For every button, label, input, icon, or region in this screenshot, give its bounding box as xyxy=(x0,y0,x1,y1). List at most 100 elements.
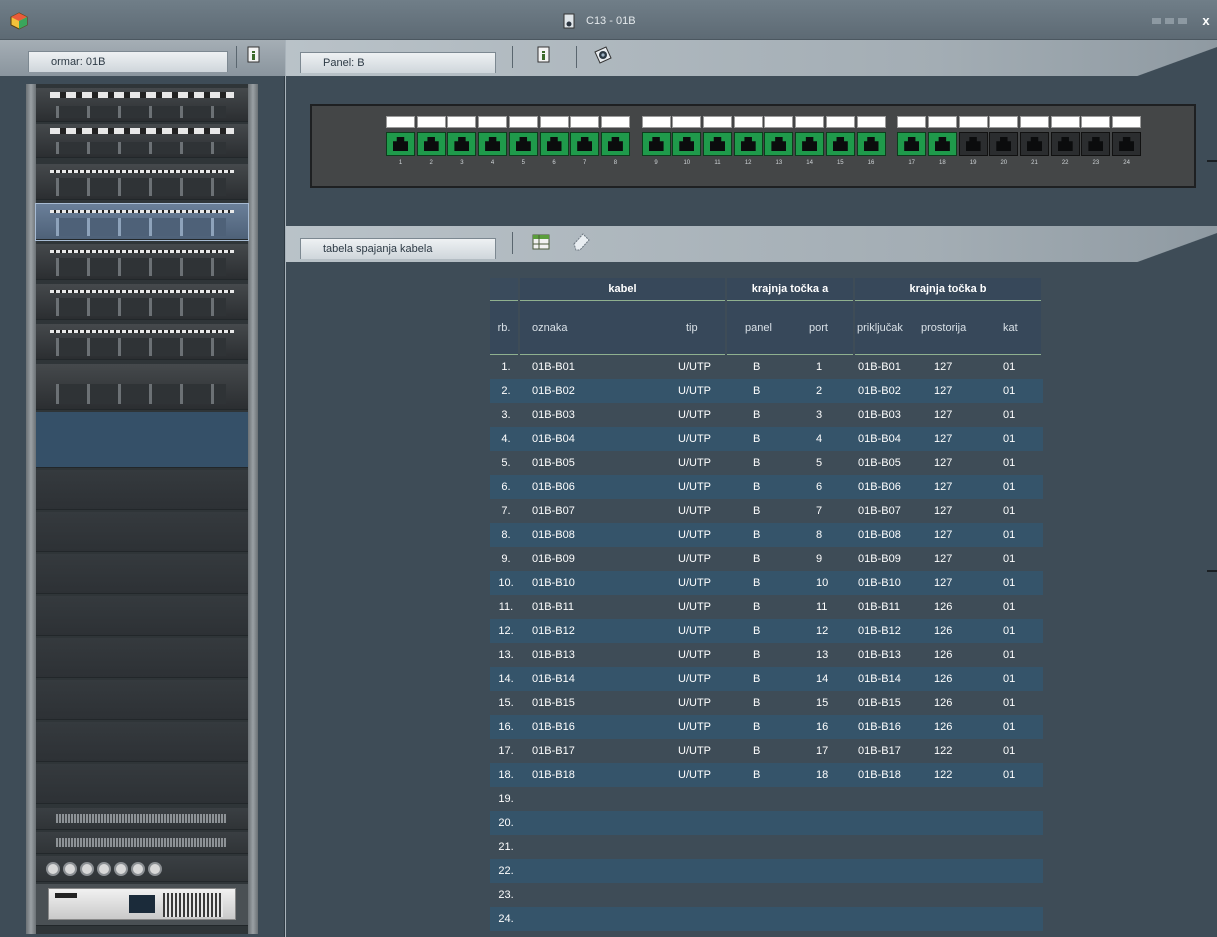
rack-unit-patch-panel[interactable] xyxy=(36,324,248,360)
rj45-jack-icon[interactable] xyxy=(478,132,508,156)
rj45-jack-icon[interactable] xyxy=(703,132,732,156)
info-page-icon[interactable] xyxy=(246,46,262,64)
rj45-jack-icon[interactable] xyxy=(1081,132,1111,156)
patch-port[interactable]: 7 xyxy=(570,116,600,166)
col-tip-label[interactable]: tip xyxy=(686,301,698,355)
col-prostorija-label[interactable]: prostorija xyxy=(921,301,966,355)
table-row[interactable]: 20. xyxy=(490,811,1043,835)
patch-port[interactable]: 1 xyxy=(386,116,415,166)
col-prikljucak-label[interactable]: priključak xyxy=(857,301,903,355)
rj45-jack-icon[interactable] xyxy=(989,132,1019,156)
table-row[interactable]: 17. 01B-B17 U/UTP B 17 01B-B17 122 01 xyxy=(490,739,1043,763)
rack-unit-empty-slot[interactable] xyxy=(36,412,248,468)
rack-unit-blank[interactable] xyxy=(36,554,248,594)
rj45-jack-icon[interactable] xyxy=(508,132,538,156)
col-rb[interactable]: rb. xyxy=(490,301,518,355)
patch-port[interactable]: 22 xyxy=(1050,116,1080,166)
rack-unit-patch-panel[interactable] xyxy=(36,244,248,280)
rj45-jack-icon[interactable] xyxy=(958,132,988,156)
col-panel-label[interactable]: panel xyxy=(745,301,772,355)
close-button[interactable]: x xyxy=(1199,14,1213,28)
patch-port[interactable]: 23 xyxy=(1081,116,1111,166)
rj45-jack-icon[interactable] xyxy=(825,132,855,156)
table-row[interactable]: 21. xyxy=(490,835,1043,859)
rj45-jack-icon[interactable] xyxy=(570,132,600,156)
col-port-label[interactable]: port xyxy=(809,301,828,355)
rack-unit-blank[interactable] xyxy=(36,680,248,720)
patch-port[interactable]: 17 xyxy=(897,116,927,166)
table-row[interactable]: 12. 01B-B12 U/UTP B 12 01B-B12 126 01 xyxy=(490,619,1043,643)
rj45-jack-icon[interactable] xyxy=(386,132,415,156)
col-kat-label[interactable]: kat xyxy=(1003,301,1018,355)
rack-unit-blank[interactable] xyxy=(36,512,248,552)
table-row[interactable]: 19. xyxy=(490,787,1043,811)
table-row[interactable]: 23. xyxy=(490,883,1043,907)
table-row[interactable]: 1. 01B-B01 U/UTP B 1 01B-B01 127 01 xyxy=(490,355,1043,379)
camera-icon[interactable] xyxy=(592,44,614,66)
table-row[interactable]: 7. 01B-B07 U/UTP B 7 01B-B07 127 01 xyxy=(490,499,1043,523)
rack-unit-vent-panel[interactable] xyxy=(36,808,248,830)
rack-unit-blank[interactable] xyxy=(36,470,248,510)
table-row[interactable]: 5. 01B-B05 U/UTP B 5 01B-B05 127 01 xyxy=(490,451,1043,475)
rack-unit-patch-panel[interactable] xyxy=(36,88,248,122)
rj45-jack-icon[interactable] xyxy=(600,132,630,156)
rack-unit-power-strip[interactable] xyxy=(36,856,248,882)
table-icon[interactable] xyxy=(532,234,550,250)
patch-port[interactable]: 16 xyxy=(856,116,886,166)
minimize-icon[interactable] xyxy=(1152,18,1161,24)
patch-port[interactable]: 5 xyxy=(508,116,538,166)
table-row[interactable]: 22. xyxy=(490,859,1043,883)
app-cube-icon[interactable] xyxy=(10,12,28,30)
table-row[interactable]: 2. 01B-B02 U/UTP B 2 01B-B02 127 01 xyxy=(490,379,1043,403)
rj45-jack-icon[interactable] xyxy=(641,132,671,156)
rack-unit-blank[interactable] xyxy=(36,638,248,678)
rack-unit-patch-panel[interactable] xyxy=(36,164,248,200)
rack-unit-blank[interactable] xyxy=(36,764,248,804)
patch-port[interactable]: 24 xyxy=(1112,116,1142,166)
table-row[interactable]: 24. xyxy=(490,907,1043,931)
tab-cable-table[interactable]: tabela spajanja kabela xyxy=(300,238,496,259)
rack-unit-patch-panel-selected[interactable] xyxy=(35,203,249,241)
patch-port[interactable]: 20 xyxy=(989,116,1019,166)
rj45-jack-icon[interactable] xyxy=(856,132,886,156)
patch-port[interactable]: 11 xyxy=(703,116,732,166)
patch-port[interactable]: 15 xyxy=(825,116,855,166)
table-row[interactable]: 15. 01B-B15 U/UTP B 15 01B-B15 126 01 xyxy=(490,691,1043,715)
patch-port[interactable]: 9 xyxy=(641,116,671,166)
eraser-icon[interactable] xyxy=(570,230,592,252)
info-page-icon[interactable] xyxy=(536,46,552,64)
patch-port[interactable]: 8 xyxy=(600,116,630,166)
rj45-jack-icon[interactable] xyxy=(795,132,825,156)
tab-panel[interactable]: Panel: B xyxy=(300,52,496,73)
rack-unit-patch-panel[interactable] xyxy=(36,284,248,320)
table-row[interactable]: 16. 01B-B16 U/UTP B 16 01B-B16 126 01 xyxy=(490,715,1043,739)
rj45-jack-icon[interactable] xyxy=(897,132,927,156)
table-row[interactable]: 8. 01B-B08 U/UTP B 8 01B-B08 127 01 xyxy=(490,523,1043,547)
patch-port[interactable]: 19 xyxy=(958,116,988,166)
table-row[interactable]: 4. 01B-B04 U/UTP B 4 01B-B04 127 01 xyxy=(490,427,1043,451)
table-row[interactable]: 11. 01B-B11 U/UTP B 11 01B-B11 126 01 xyxy=(490,595,1043,619)
table-row[interactable]: 6. 01B-B06 U/UTP B 6 01B-B06 127 01 xyxy=(490,475,1043,499)
rack-unit-vent-panel[interactable] xyxy=(36,832,248,854)
rj45-jack-icon[interactable] xyxy=(447,132,477,156)
patch-port[interactable]: 12 xyxy=(733,116,763,166)
rj45-jack-icon[interactable] xyxy=(733,132,763,156)
rack-unit-ups[interactable] xyxy=(36,884,248,926)
rj45-jack-icon[interactable] xyxy=(764,132,794,156)
rj45-jack-icon[interactable] xyxy=(539,132,569,156)
table-row[interactable]: 10. 01B-B10 U/UTP B 10 01B-B10 127 01 xyxy=(490,571,1043,595)
table-row[interactable]: 9. 01B-B09 U/UTP B 9 01B-B09 127 01 xyxy=(490,547,1043,571)
rj45-jack-icon[interactable] xyxy=(672,132,702,156)
patch-port[interactable]: 21 xyxy=(1020,116,1049,166)
patch-port[interactable]: 10 xyxy=(672,116,702,166)
table-row[interactable]: 18. 01B-B18 U/UTP B 18 01B-B18 122 01 xyxy=(490,763,1043,787)
patch-port[interactable]: 13 xyxy=(764,116,794,166)
rj45-jack-icon[interactable] xyxy=(1112,132,1142,156)
rj45-jack-icon[interactable] xyxy=(1020,132,1049,156)
tab-rack[interactable]: ormar: 01B xyxy=(28,51,228,72)
table-row[interactable]: 13. 01B-B13 U/UTP B 13 01B-B13 126 01 xyxy=(490,643,1043,667)
rack-unit-blank[interactable] xyxy=(36,596,248,636)
patch-port[interactable]: 3 xyxy=(447,116,477,166)
patch-port[interactable]: 14 xyxy=(795,116,825,166)
rack-unit-blank[interactable] xyxy=(36,722,248,762)
